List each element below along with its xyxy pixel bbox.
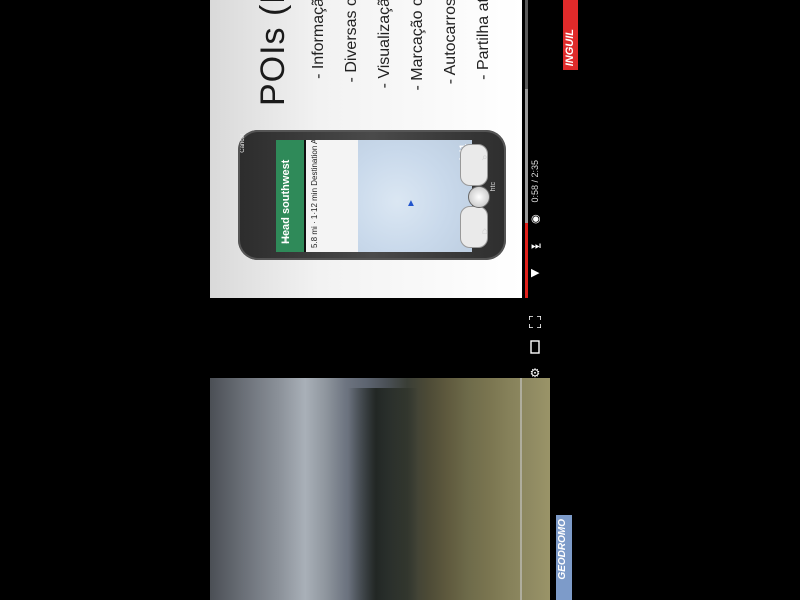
trackball — [468, 186, 490, 208]
progress-fill — [525, 223, 528, 298]
slide-title: POIs (P — [254, 0, 292, 106]
slide-bullet: - Diversas c — [343, 0, 360, 83]
play-icon[interactable]: ▶ — [531, 266, 539, 279]
slide-bullet: - Partilha at — [475, 0, 492, 80]
bottom-video-player[interactable] — [210, 378, 550, 600]
device-icon[interactable] — [528, 340, 542, 354]
phone-screen: 5.8 mi · 1·12 min Destination Av. Ernest… — [276, 140, 472, 252]
slide-bullet: - Autocarros — [442, 0, 459, 85]
nav-info-text: 5.8 mi · 1·12 min Destination Av. Ernest… — [310, 140, 319, 248]
nav-info-panel: 5.8 mi · 1·12 min Destination Av. Ernest… — [306, 140, 358, 252]
nav-direction-text: Head southwest — [280, 159, 292, 244]
nav-direction-banner: Head southwest ↑ — [276, 140, 304, 252]
top-video-player[interactable]: POIs (P - Informaçã - Diversas c - Visua… — [210, 0, 550, 298]
tree-line — [348, 388, 418, 600]
location-label-text: GEODROMO — [557, 519, 568, 580]
fullscreen-icon[interactable] — [528, 315, 542, 330]
slide-bullet: - Marcação c — [409, 0, 426, 91]
presentation-slide: POIs (P - Informaçã - Diversas c - Visua… — [210, 0, 522, 298]
player-controls[interactable]: 0:58 / 2:35 ◉ ⏭ ▶ — [522, 0, 550, 298]
phone-button — [460, 144, 488, 186]
search-icon: ⌕ — [482, 152, 488, 163]
arrow-up-icon: ↑ — [283, 231, 290, 246]
volume-icon[interactable]: ◉ — [531, 212, 541, 225]
slide-bullet: - Informaçã — [310, 0, 327, 79]
phone-image: 5.8 mi · 1·12 min Destination Av. Ernest… — [238, 130, 506, 260]
time-display: 0:58 / 2:35 — [530, 160, 540, 203]
channel-banner-text: INGUIL — [564, 28, 576, 66]
brand-label: htc — [490, 182, 497, 192]
cancel-label: Cancel — [240, 134, 246, 153]
channel-banner: INGUIL — [563, 0, 578, 70]
location-label: GEODROMO — [556, 515, 572, 600]
progress-track[interactable] — [520, 378, 522, 600]
home-icon: ⌂ — [482, 226, 489, 237]
next-icon[interactable]: ⏭ — [531, 240, 541, 253]
slide-bullet: - Visualizaçã — [376, 0, 393, 89]
location-marker-icon: ▲ — [406, 198, 416, 209]
